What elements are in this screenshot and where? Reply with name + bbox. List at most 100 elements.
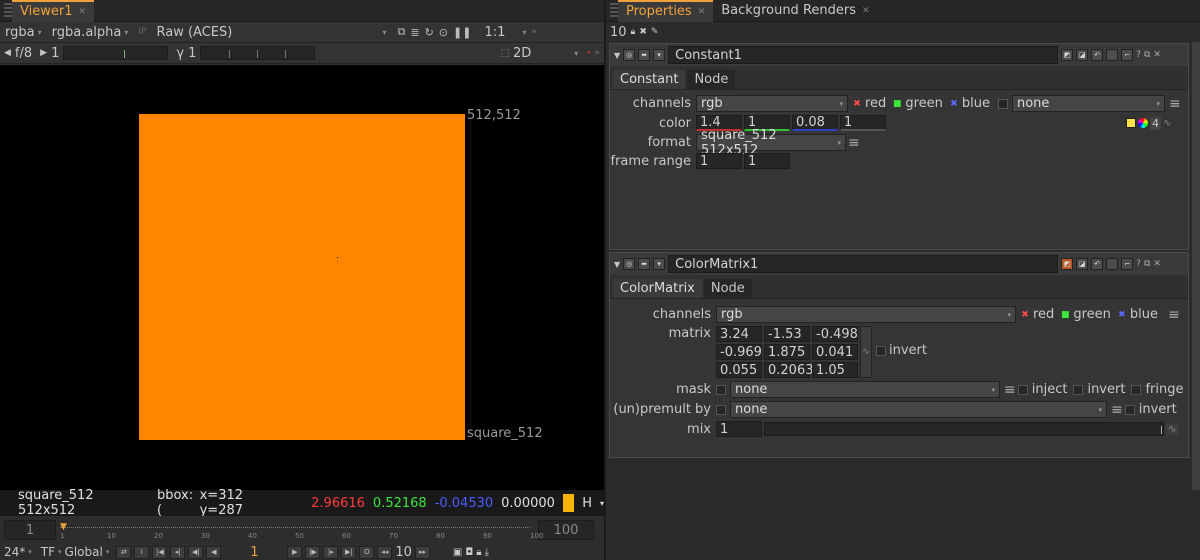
undo-icon[interactable]: ◩ bbox=[1061, 258, 1074, 270]
channels-dropdown[interactable]: rgba ▾ bbox=[0, 23, 47, 42]
tf-value[interactable]: TF bbox=[41, 545, 55, 559]
colorspace-dropdown[interactable]: Raw (ACES) ▾ bbox=[151, 23, 391, 42]
revert-icon[interactable]: ↶ bbox=[1091, 49, 1104, 61]
pane-grip-icon[interactable] bbox=[4, 2, 12, 19]
lock-icon[interactable]: 🔒︎ bbox=[476, 547, 481, 558]
pane-grip-icon[interactable] bbox=[610, 2, 618, 19]
first-frame-icon[interactable]: |◀ bbox=[152, 545, 168, 559]
pin-icon[interactable]: ⬩ bbox=[587, 48, 590, 58]
mix-slider[interactable] bbox=[764, 422, 1164, 436]
red-checkbox[interactable]: ✖ bbox=[1020, 310, 1030, 320]
mix-field[interactable]: 1 bbox=[716, 421, 762, 437]
close-icon[interactable]: ✕ bbox=[862, 6, 870, 16]
color-swatch-icon[interactable] bbox=[1126, 118, 1136, 128]
matrix-curve-icon[interactable]: ∿ bbox=[860, 326, 872, 378]
lock-icon[interactable]: 🔒︎ bbox=[631, 27, 636, 37]
redo-icon[interactable]: ◪ bbox=[1076, 258, 1089, 270]
frame-range-end[interactable]: 1 bbox=[744, 153, 790, 169]
gain-slider[interactable] bbox=[63, 46, 169, 60]
blue-checkbox[interactable]: ✖ bbox=[1117, 310, 1127, 320]
tab-properties[interactable]: Properties ✕ bbox=[618, 0, 714, 22]
mask-invert-checkbox[interactable] bbox=[1073, 384, 1084, 395]
revert-icon[interactable]: ↶ bbox=[1091, 258, 1104, 270]
close-icon[interactable]: ✕ bbox=[698, 7, 706, 17]
help-icon[interactable]: ? bbox=[1136, 50, 1141, 60]
roi-icon[interactable]: ⊙ bbox=[439, 26, 448, 39]
chevron-down-icon[interactable]: ▾ bbox=[58, 548, 62, 556]
inject-checkbox[interactable] bbox=[1017, 384, 1028, 395]
node-tool-icon[interactable]: ⬌ bbox=[638, 49, 651, 61]
menu-icon[interactable]: ≡ bbox=[1168, 307, 1180, 323]
premult-checkbox[interactable] bbox=[716, 404, 726, 415]
settings-icon[interactable]: ⌐ bbox=[1121, 258, 1134, 270]
export-icon[interactable]: ⤓ bbox=[485, 547, 489, 558]
float-icon[interactable]: ⧉ bbox=[1144, 50, 1150, 60]
step-value[interactable]: 10 bbox=[395, 545, 412, 560]
menu-icon[interactable]: ≡ bbox=[848, 135, 860, 151]
step-forward-icon[interactable]: ▸▸ bbox=[414, 545, 430, 559]
gain-value[interactable]: 1 bbox=[51, 46, 59, 61]
menu-icon[interactable]: ≡ bbox=[1169, 96, 1181, 112]
premult-dropdown[interactable]: none ▾ bbox=[730, 401, 1107, 418]
node-knob-icon[interactable]: ▾ bbox=[653, 258, 666, 270]
capture-icon[interactable]: ◘ bbox=[465, 547, 473, 558]
scrollbar[interactable] bbox=[1192, 42, 1200, 490]
extra-channel-dropdown[interactable]: none ▾ bbox=[1011, 95, 1165, 112]
tab-colormatrix[interactable]: ColorMatrix bbox=[613, 279, 702, 298]
more-icon[interactable]: » bbox=[531, 27, 537, 37]
gamma-value[interactable]: 1 bbox=[188, 46, 196, 61]
premult-invert-checkbox[interactable] bbox=[1124, 404, 1135, 415]
gain-right-icon[interactable]: ▶ bbox=[40, 48, 47, 58]
matrix-cell[interactable]: 0.055 bbox=[716, 362, 762, 378]
fps-value[interactable]: 24* bbox=[4, 545, 25, 559]
tab-node[interactable]: Node bbox=[687, 70, 736, 89]
timeline-ruler[interactable]: ▼ 1 10 20 30 40 50 60 70 80 90 100 bbox=[60, 518, 543, 542]
node-knob-icon[interactable]: ▾ bbox=[653, 49, 666, 61]
float-panel-icon[interactable]: ✎ bbox=[651, 27, 659, 37]
matrix-cell[interactable]: 0.2063 bbox=[764, 362, 814, 378]
step-back-icon[interactable]: ◂◂ bbox=[377, 545, 393, 559]
tab-node[interactable]: Node bbox=[703, 279, 752, 298]
fstop-left-icon[interactable]: ◀ bbox=[4, 48, 11, 58]
curve-icon[interactable]: ∿ bbox=[1163, 118, 1171, 129]
viewer-icon[interactable]: ◎ bbox=[623, 49, 636, 61]
menu-icon[interactable]: ≡ bbox=[1004, 382, 1016, 398]
matrix-cell[interactable]: 1.875 bbox=[764, 344, 810, 360]
invert-checkbox[interactable] bbox=[876, 346, 886, 356]
pause-icon[interactable]: ❚❚ bbox=[453, 26, 471, 39]
color-a-field[interactable]: 1 bbox=[840, 115, 886, 131]
matrix-cell[interactable]: 1.05 bbox=[812, 362, 858, 378]
tab-background-renders[interactable]: Background Renders ✕ bbox=[713, 0, 877, 22]
close-icon[interactable]: ✕ bbox=[1153, 50, 1161, 60]
channel-count[interactable]: 4 bbox=[1150, 116, 1161, 130]
collapse-icon[interactable]: ▼ bbox=[614, 260, 620, 269]
channels-dropdown[interactable]: rgb ▾ bbox=[716, 306, 1016, 323]
tab-constant[interactable]: Constant bbox=[613, 70, 686, 89]
play-backward-icon[interactable]: ◀ bbox=[206, 545, 222, 559]
gamma-slider[interactable] bbox=[200, 46, 316, 60]
float-icon[interactable]: ⧉ bbox=[1144, 259, 1150, 269]
viewer-icon[interactable]: ◎ bbox=[623, 258, 636, 270]
alpha-checkbox[interactable] bbox=[997, 98, 1008, 109]
green-checkbox[interactable]: ■ bbox=[892, 99, 902, 109]
redo-icon[interactable]: ◪ bbox=[1076, 49, 1089, 61]
refresh-icon[interactable]: ↻ bbox=[425, 26, 434, 39]
matrix-cell[interactable]: 3.24 bbox=[716, 326, 762, 342]
close-icon[interactable]: ✕ bbox=[1153, 259, 1161, 269]
in-point-field[interactable]: 1 bbox=[4, 520, 56, 540]
ip-button[interactable]: IP bbox=[133, 23, 151, 42]
out-point-icon[interactable]: O bbox=[359, 545, 375, 559]
close-icon[interactable]: ✕ bbox=[78, 7, 86, 17]
in-point-icon[interactable]: I bbox=[134, 545, 150, 559]
max-panels-field[interactable]: 10 bbox=[610, 25, 627, 40]
mask-dropdown[interactable]: none ▾ bbox=[730, 381, 1000, 398]
fstop-value[interactable]: f/8 bbox=[15, 46, 32, 61]
out-point-field[interactable]: 100 bbox=[538, 520, 594, 540]
global-value[interactable]: Global bbox=[65, 545, 103, 559]
settings-icon[interactable]: ⌐ bbox=[1121, 49, 1134, 61]
color-wheel-icon[interactable] bbox=[1138, 118, 1148, 128]
menu-icon[interactable]: ≡ bbox=[1111, 402, 1123, 418]
matrix-cell[interactable]: -0.498 bbox=[812, 326, 858, 342]
curve-icon[interactable]: ∿ bbox=[1166, 423, 1179, 435]
zoom-dropdown[interactable]: 1:1 ▾ bbox=[479, 23, 531, 42]
